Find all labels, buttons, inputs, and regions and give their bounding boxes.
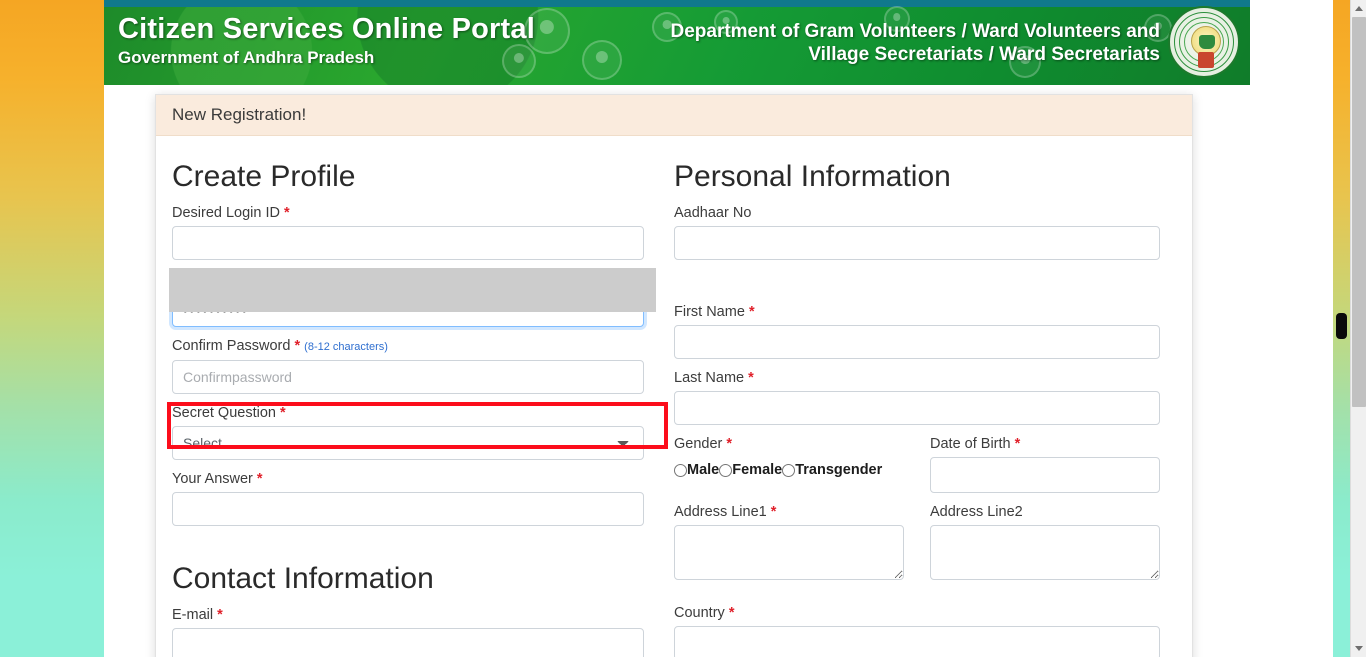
first-name-label: First Name *	[674, 303, 1160, 321]
personal-information-title: Personal Information	[674, 160, 951, 193]
first-name-label-text: First Name	[674, 304, 745, 320]
dob-label-text: Date of Birth	[930, 436, 1011, 452]
card-header: New Registration!	[156, 95, 1192, 136]
country-label-text: Country	[674, 605, 725, 621]
email-input[interactable]	[172, 628, 644, 657]
secret-question-select[interactable]: Select	[172, 426, 644, 460]
gender-label-male[interactable]: Male	[687, 462, 719, 478]
login-id-label: Desired Login ID *	[172, 204, 644, 222]
gender-radio-male[interactable]	[674, 463, 687, 477]
address-row: Address Line1 * Address Line2	[674, 503, 1160, 590]
last-name-label-text: Last Name	[674, 370, 745, 386]
gender-radio-female[interactable]	[719, 463, 733, 477]
email-label-text: E-mail	[172, 607, 214, 623]
scrollbar-up-arrow-icon[interactable]	[1351, 0, 1366, 17]
confirm-password-label-text: Confirm Password	[172, 338, 291, 354]
last-name-required-marker: *	[748, 370, 754, 386]
aadhaar-label: Aadhaar No	[674, 204, 1160, 222]
address-line1-label-text: Address Line1	[674, 504, 767, 520]
address-line2-label-text: Address Line2	[930, 504, 1023, 520]
first-name-input[interactable]	[674, 325, 1160, 359]
email-label: E-mail *	[172, 606, 644, 624]
your-answer-required-marker: *	[256, 471, 263, 487]
address-line2-group: Address Line2	[930, 503, 1160, 590]
gender-required-marker: *	[726, 436, 733, 452]
gender-dob-row: Gender * Male Female Transgender Date of…	[674, 435, 1160, 503]
your-answer-label-text: Your Answer	[172, 471, 253, 487]
aadhaar-input[interactable]	[674, 226, 1160, 260]
department-line-2: Village Secretariats / Ward Secretariats	[808, 44, 1160, 65]
address-line1-required-marker: *	[770, 504, 777, 520]
confirm-password-label: Confirm Password * (8-12 characters)	[172, 337, 644, 356]
first-name-required-marker: *	[748, 304, 755, 320]
personal-information-column: Personal Information Aadhaar No First Na…	[674, 158, 1176, 657]
last-name-label: Last Name *	[674, 369, 1160, 387]
confirm-password-hint: (8-12 characters)	[304, 341, 388, 353]
country-label: Country *	[674, 604, 1160, 622]
gender-radio-row: Male Female Transgender	[674, 457, 904, 483]
secret-question-label-text: Secret Question	[172, 405, 276, 421]
confirm-password-required-marker: *	[294, 338, 301, 354]
aadhaar-label-text: Aadhaar No	[674, 205, 752, 221]
dob-label: Date of Birth *	[930, 435, 1160, 453]
address-line2-label: Address Line2	[930, 503, 1160, 521]
email-required-marker: *	[217, 607, 223, 623]
gender-label: Gender *	[674, 435, 904, 453]
scrollbar-down-arrow-icon[interactable]	[1351, 640, 1366, 657]
gender-label-text: Gender	[674, 436, 723, 452]
login-id-input[interactable]	[172, 226, 644, 260]
country-input[interactable]	[674, 626, 1160, 657]
dob-input[interactable]	[930, 457, 1160, 493]
ap-government-emblem-icon	[1168, 6, 1240, 78]
gender-radio-transgender[interactable]	[782, 463, 796, 477]
secret-question-label: Secret Question *	[172, 404, 644, 422]
page-canvas: Citizen Services Online Portal Governmen…	[104, 0, 1333, 657]
gender-group: Gender * Male Female Transgender	[674, 435, 904, 503]
portal-subtitle: Government of Andhra Pradesh	[118, 48, 375, 67]
dob-group: Date of Birth *	[930, 435, 1160, 503]
address-line1-textarea[interactable]	[674, 525, 904, 580]
gender-label-female[interactable]: Female	[732, 462, 782, 478]
banner-department-titles: Department of Gram Volunteers / Ward Vol…	[670, 20, 1160, 66]
contact-information-title: Contact Information	[172, 562, 434, 595]
card-body: Create Profile Desired Login ID * Passwo…	[156, 136, 1192, 657]
cursor-marker	[1336, 313, 1347, 339]
create-profile-title: Create Profile	[172, 160, 356, 193]
banner-left-titles: Citizen Services Online Portal Governmen…	[118, 12, 535, 68]
address-line1-group: Address Line1 *	[674, 503, 904, 590]
last-name-input[interactable]	[674, 391, 1160, 425]
secret-question-required-marker: *	[280, 405, 286, 421]
portal-title: Citizen Services Online Portal	[118, 13, 535, 45]
department-line-1: Department of Gram Volunteers / Ward Vol…	[670, 21, 1160, 42]
card-header-title: New Registration!	[172, 105, 307, 124]
login-id-redaction-overlay	[169, 268, 656, 312]
your-answer-input[interactable]	[172, 492, 644, 526]
login-id-label-text: Desired Login ID	[172, 205, 280, 221]
confirm-password-input[interactable]	[172, 360, 644, 394]
site-banner: Citizen Services Online Portal Governmen…	[104, 0, 1250, 85]
browser-viewport: Citizen Services Online Portal Governmen…	[0, 0, 1366, 657]
address-line2-textarea[interactable]	[930, 525, 1160, 580]
country-required-marker: *	[728, 605, 735, 621]
page-scrollbar[interactable]	[1350, 0, 1366, 657]
scrollbar-thumb[interactable]	[1352, 17, 1366, 407]
banner-top-strip	[104, 0, 1250, 7]
person-bubble-icon	[582, 40, 622, 80]
dob-required-marker: *	[1014, 436, 1021, 452]
login-id-required-marker: *	[284, 205, 290, 221]
your-answer-label: Your Answer *	[172, 470, 644, 488]
address-line1-label: Address Line1 *	[674, 503, 904, 521]
create-profile-column: Create Profile Desired Login ID * Passwo…	[172, 158, 674, 657]
form-columns: Create Profile Desired Login ID * Passwo…	[172, 158, 1176, 657]
gender-label-transgender[interactable]: Transgender	[795, 462, 882, 478]
registration-card: New Registration! Create Profile Desired…	[155, 94, 1193, 657]
